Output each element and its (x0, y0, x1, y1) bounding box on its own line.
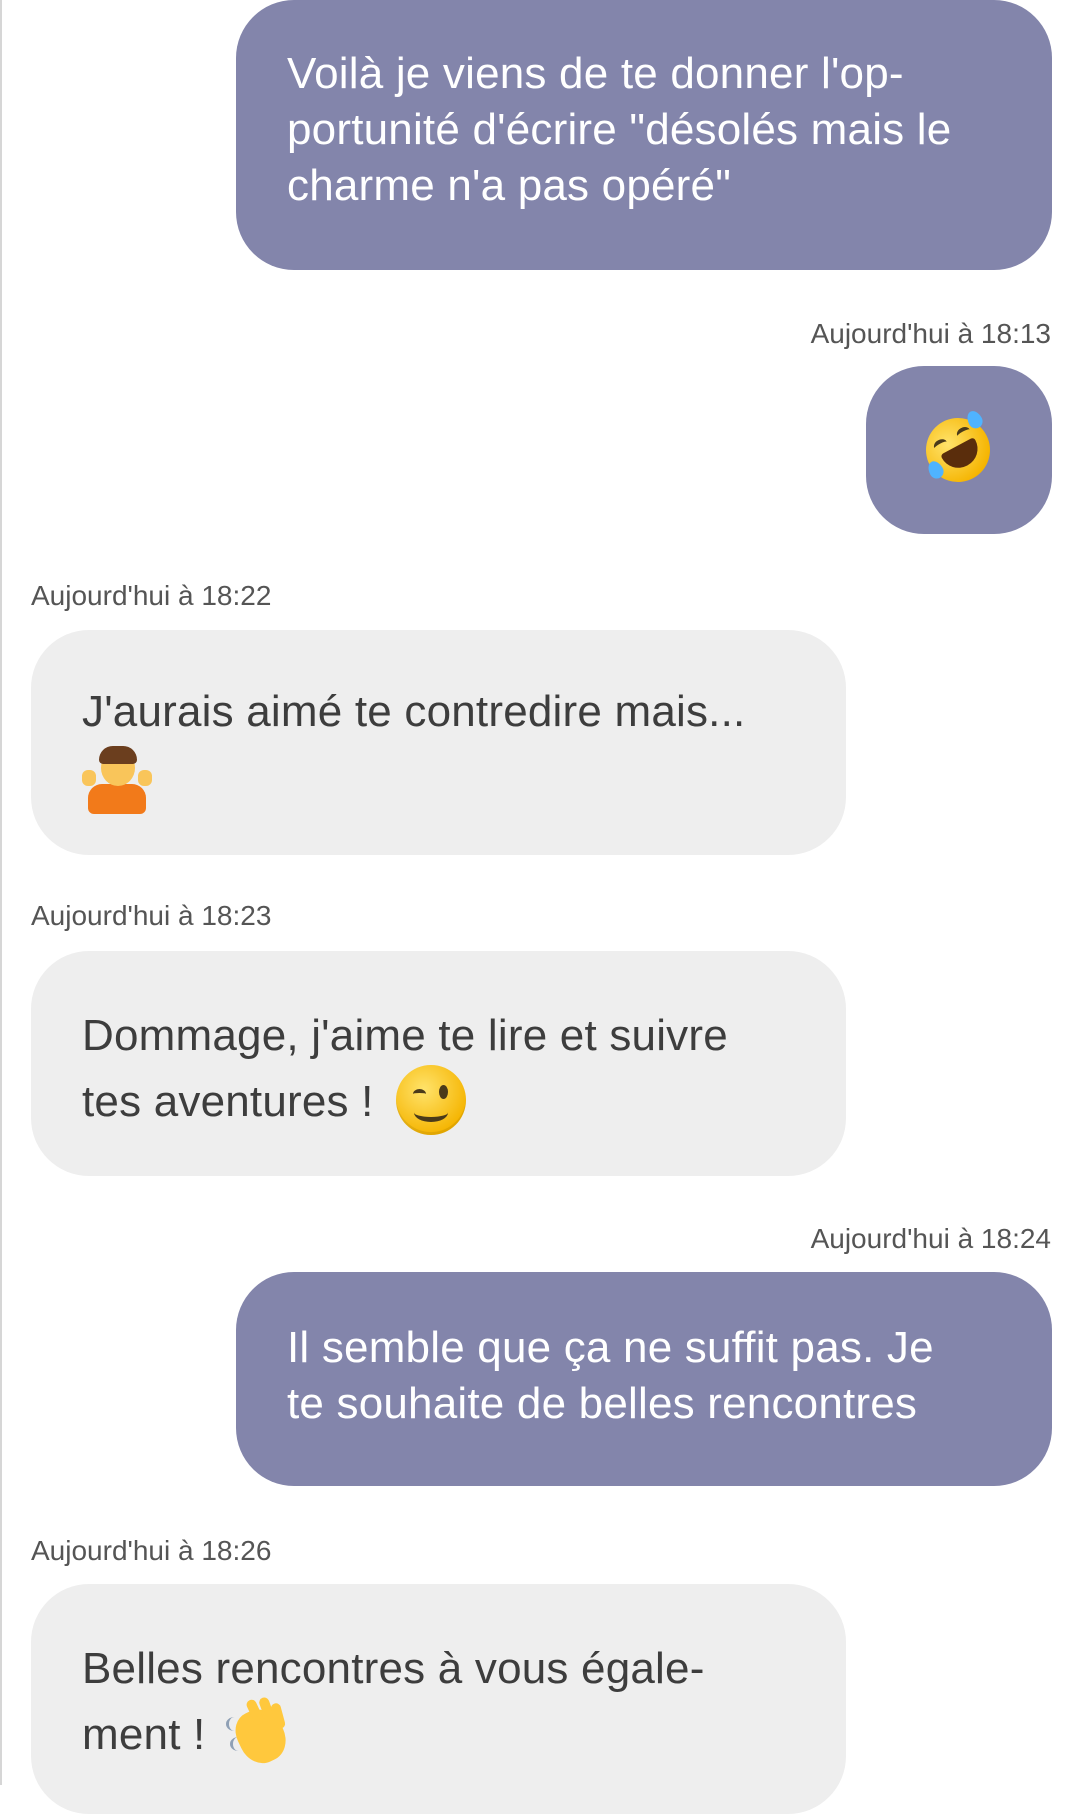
message-text: tes aventures ! (82, 1077, 374, 1126)
message-text: Dommage, j'aime te lire et suivre (82, 1011, 728, 1060)
message-text: J'aurais aimé te contredire mais... (82, 687, 746, 736)
message-timestamp: Aujourd'hui à 18:26 (31, 1535, 272, 1566)
message-timestamp: Aujourd'hui à 18:22 (31, 580, 272, 611)
message-bubble-incoming[interactable]: Belles rencontres à vous égale- ment ! (31, 1584, 846, 1814)
message-text: te souhaite de belles rencontres (287, 1379, 918, 1428)
message-timestamp: Aujourd'hui à 18:13 (810, 318, 1051, 349)
message-text: portunité d'écrire "désolés mais le (287, 105, 952, 154)
message-text: Belles rencontres à vous égale- (82, 1644, 705, 1693)
winking-face-icon (396, 1065, 467, 1136)
message-thread[interactable]: Voilà je viens de te donner l'op- portun… (0, 0, 1080, 1814)
message-bubble-incoming[interactable]: J'aurais aimé te contredire mais... (31, 630, 846, 855)
message-bubble-outgoing[interactable]: Il semble que ça ne suffit pas. Je te so… (236, 1272, 1052, 1486)
person-shrugging-icon (82, 744, 152, 814)
message-bubble-incoming[interactable]: Dommage, j'aime te lire et suivre tes av… (31, 951, 846, 1176)
message-timestamp: Aujourd'hui à 18:24 (810, 1223, 1051, 1254)
message-text: Voilà je viens de te donner l'op- (287, 49, 904, 98)
rolling-on-floor-laughing-icon (914, 406, 1002, 494)
message-text: charme n'a pas opéré" (287, 161, 732, 210)
message-bubble-outgoing[interactable] (866, 366, 1052, 534)
message-bubble-outgoing[interactable]: Voilà je viens de te donner l'op- portun… (236, 0, 1052, 270)
waving-hand-icon (225, 1696, 296, 1771)
message-text: Il semble que ça ne suffit pas. Je (287, 1323, 934, 1372)
message-timestamp: Aujourd'hui à 18:23 (31, 900, 272, 931)
message-text: ment ! (82, 1710, 206, 1759)
